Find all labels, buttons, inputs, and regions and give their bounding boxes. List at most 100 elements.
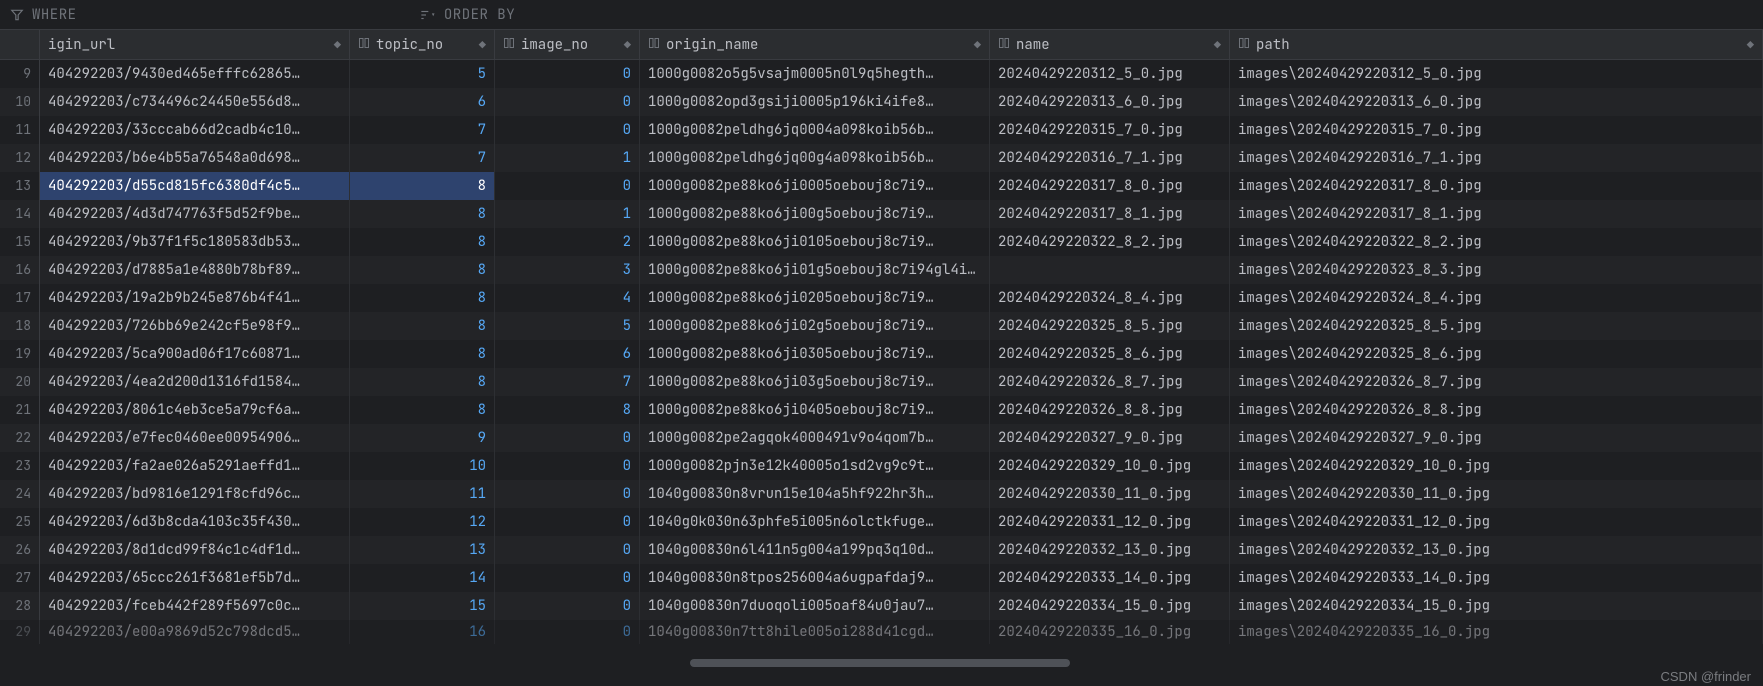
table-cell[interactable]: 20240429220327_9_0.jpg [990,424,1230,452]
row-number[interactable]: 23 [0,452,40,480]
row-number[interactable]: 21 [0,396,40,424]
table-row[interactable]: 28404292203/fceb442f289f5697c0c…1501040g… [0,592,1763,620]
table-cell[interactable]: 20240429220317_8_1.jpg [990,200,1230,228]
table-cell[interactable]: 20240429220329_10_0.jpg [990,452,1230,480]
row-number[interactable]: 18 [0,312,40,340]
table-cell[interactable]: images\20240429220326_8_7.jpg [1230,368,1763,396]
table-row[interactable]: 24404292203/bd9816e1291f8cfd96c…1101040g… [0,480,1763,508]
table-cell[interactable]: 20240429220331_12_0.jpg [990,508,1230,536]
table-cell[interactable]: images\20240429220325_8_5.jpg [1230,312,1763,340]
table-cell[interactable]: 11 [350,480,495,508]
table-cell[interactable]: 404292203/726bb69e242cf5e98f9… [40,312,350,340]
table-cell[interactable]: 1000g0082pe88ko6ji0405oebouj8c7i9… [640,396,990,424]
table-cell[interactable]: 8 [350,340,495,368]
table-cell[interactable]: 1000g0082peldhg6jq0004a098koib56b… [640,116,990,144]
table-cell[interactable]: 404292203/c734496c24450e556d8… [40,88,350,116]
table-cell[interactable]: 0 [495,592,640,620]
table-cell[interactable]: 8 [350,228,495,256]
table-row[interactable]: 22404292203/e7fec0460ee00954906…901000g0… [0,424,1763,452]
table-cell[interactable]: 404292203/8d1dcd99f84c1c4df1d… [40,536,350,564]
table-cell[interactable]: 1000g0082pe88ko6ji02g5oebouj8c7i9… [640,312,990,340]
table-cell[interactable]: 7 [350,144,495,172]
table-cell[interactable]: 0 [495,564,640,592]
column-header-image_no[interactable]: image_no ◆ [495,30,640,59]
table-cell[interactable]: 4 [495,284,640,312]
table-cell[interactable]: 404292203/9430ed465efffc62865… [40,60,350,88]
table-cell[interactable]: 20240429220325_8_5.jpg [990,312,1230,340]
table-row[interactable]: 16404292203/d7885a1e4880b78bf89…831000g0… [0,256,1763,284]
column-header-path[interactable]: path ◆ [1230,30,1763,59]
sort-toggle-icon[interactable]: ◆ [974,37,981,53]
table-cell[interactable]: 20240429220313_6_0.jpg [990,88,1230,116]
table-row[interactable]: 10404292203/c734496c24450e556d8…601000g0… [0,88,1763,116]
table-cell[interactable]: 1000g0082pjn3e12k40005o1sd2vg9c9t… [640,452,990,480]
table-cell[interactable]: 1000g0082pe88ko6ji0005oebouj8c7i9… [640,172,990,200]
table-row[interactable]: 9404292203/9430ed465efffc62865…501000g00… [0,60,1763,88]
table-cell[interactable]: 20240429220335_16_0.jpg [990,620,1230,644]
table-cell[interactable]: images\20240429220322_8_2.jpg [1230,228,1763,256]
table-cell[interactable]: 0 [495,60,640,88]
table-cell[interactable]: 8 [350,396,495,424]
column-header-igin_url[interactable]: igin_url ◆ [40,30,350,59]
row-number[interactable]: 16 [0,256,40,284]
table-cell[interactable]: 404292203/bd9816e1291f8cfd96c… [40,480,350,508]
table-cell[interactable]: 1000g0082opd3gsiji0005p196ki4ife8… [640,88,990,116]
table-cell[interactable]: images\20240429220327_9_0.jpg [1230,424,1763,452]
row-number[interactable]: 29 [0,620,40,644]
table-cell[interactable]: 1 [495,144,640,172]
table-cell[interactable]: 20240429220324_8_4.jpg [990,284,1230,312]
table-cell[interactable]: 404292203/4ea2d200d1316fd1584… [40,368,350,396]
table-cell[interactable]: 8 [350,368,495,396]
table-row[interactable]: 12404292203/b6e4b55a76548a0d698…711000g0… [0,144,1763,172]
table-cell[interactable]: images\20240429220329_10_0.jpg [1230,452,1763,480]
table-cell[interactable]: 20240429220316_7_1.jpg [990,144,1230,172]
table-cell[interactable]: 20240429220312_5_0.jpg [990,60,1230,88]
table-cell[interactable]: 0 [495,508,640,536]
table-cell[interactable]: 404292203/fa2ae026a5291aeffd1… [40,452,350,480]
table-row[interactable]: 19404292203/5ca900ad06f17c60871…861000g0… [0,340,1763,368]
table-cell[interactable]: images\20240429220330_11_0.jpg [1230,480,1763,508]
table-cell[interactable]: 0 [495,172,640,200]
table-cell[interactable]: 0 [495,88,640,116]
table-cell[interactable]: images\20240429220324_8_4.jpg [1230,284,1763,312]
table-cell[interactable]: 0 [495,424,640,452]
table-cell[interactable]: 1040g00830n7duoqoli005oaf84u0jau7… [640,592,990,620]
table-cell[interactable]: 8 [495,396,640,424]
table-cell[interactable]: 1040g00830n8vrun15e104a5hf922hr3h… [640,480,990,508]
table-cell[interactable]: 6 [495,340,640,368]
table-cell[interactable]: 404292203/9b37f1f5c180583db53… [40,228,350,256]
table-cell[interactable]: images\20240429220316_7_1.jpg [1230,144,1763,172]
table-cell[interactable]: 20240429220333_14_0.jpg [990,564,1230,592]
table-row[interactable]: 29404292203/e00a9869d52c798dcd5…1601040g… [0,620,1763,644]
table-cell[interactable]: 6 [350,88,495,116]
table-cell[interactable]: 20240429220326_8_7.jpg [990,368,1230,396]
table-cell[interactable]: 1000g0082pe2agqok4000491v9o4qom7b… [640,424,990,452]
table-cell[interactable]: 1000g0082pe88ko6ji03g5oebouj8c7i9… [640,368,990,396]
table-row[interactable]: 25404292203/6d3b8cda4103c35f430…1201040g… [0,508,1763,536]
table-cell[interactable]: 0 [495,116,640,144]
table-cell[interactable]: 404292203/fceb442f289f5697c0c… [40,592,350,620]
table-cell[interactable]: 14 [350,564,495,592]
column-header-topic_no[interactable]: topic_no ◆ [350,30,495,59]
where-clause-group[interactable]: WHERE [10,6,77,24]
row-number[interactable]: 20 [0,368,40,396]
table-cell[interactable]: 404292203/8061c4eb3ce5a79cf6a… [40,396,350,424]
table-cell[interactable]: 12 [350,508,495,536]
table-cell[interactable]: 20240429220317_8_0.jpg [990,172,1230,200]
table-cell[interactable]: 404292203/d7885a1e4880b78bf89… [40,256,350,284]
row-number[interactable]: 9 [0,60,40,88]
table-cell[interactable]: images\20240429220315_7_0.jpg [1230,116,1763,144]
table-cell[interactable]: 8 [350,284,495,312]
table-row[interactable]: 23404292203/fa2ae026a5291aeffd1…1001000g… [0,452,1763,480]
row-number[interactable]: 11 [0,116,40,144]
table-cell[interactable]: 1040g00830n8tpos256004a6ugpafdaj9… [640,564,990,592]
gutter-header[interactable] [0,30,40,59]
table-cell[interactable]: 0 [495,452,640,480]
row-number[interactable]: 22 [0,424,40,452]
table-cell[interactable]: 404292203/65ccc261f3681ef5b7d… [40,564,350,592]
sort-toggle-icon[interactable]: ◆ [1214,37,1221,53]
table-cell[interactable]: images\20240429220333_14_0.jpg [1230,564,1763,592]
sort-toggle-icon[interactable]: ◆ [479,37,486,53]
table-cell[interactable]: 404292203/19a2b9b245e876b4f41… [40,284,350,312]
row-number[interactable]: 26 [0,536,40,564]
